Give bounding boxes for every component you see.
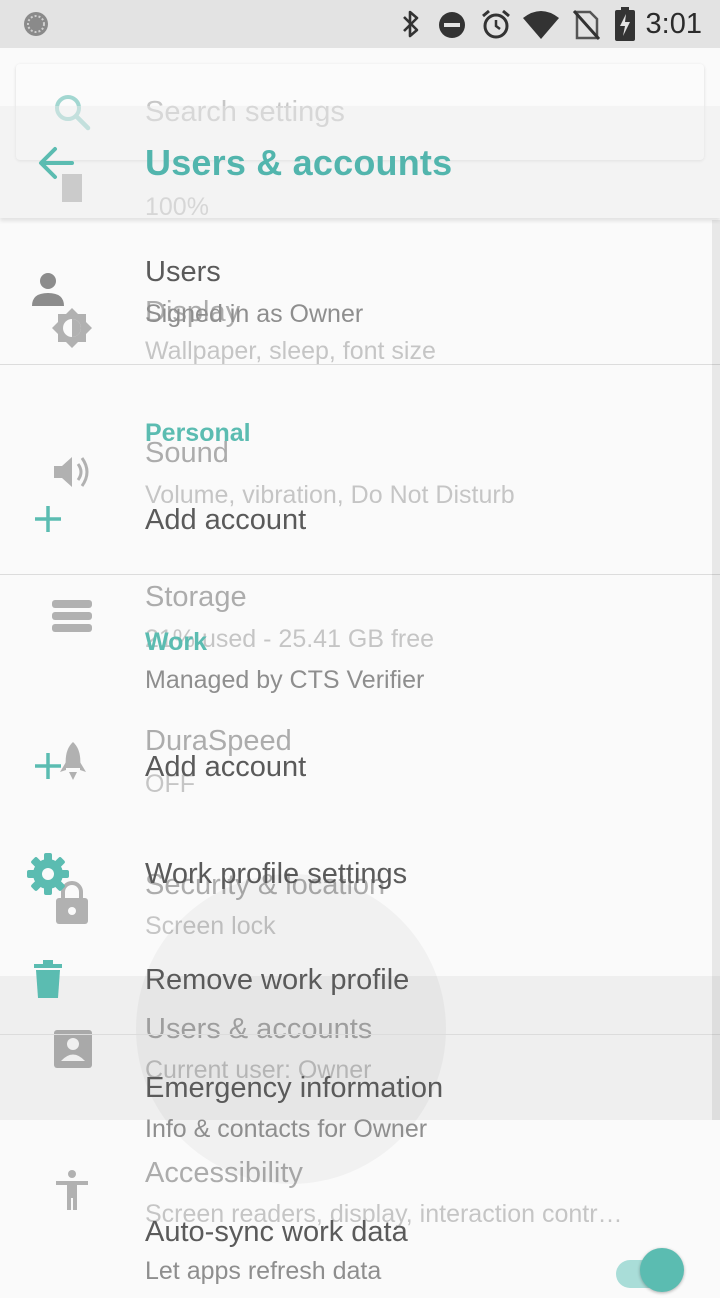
clock: 3:01 <box>645 8 702 40</box>
app-notification-icon <box>24 12 48 36</box>
auto-sync-toggle[interactable] <box>616 1248 686 1298</box>
personal-header: Personal <box>145 419 251 447</box>
users-accounts-screen: Users & accounts Users Signed in as Owne… <box>0 0 720 1292</box>
app-bar: Users & accounts <box>0 106 720 218</box>
auto-sync-subtitle: Let apps refresh data <box>145 1257 382 1285</box>
gear-icon <box>27 853 69 895</box>
users-title[interactable]: Users <box>145 256 221 289</box>
person-icon <box>32 273 64 306</box>
toggle-thumb <box>640 1248 684 1292</box>
page-title: Users & accounts <box>145 142 453 183</box>
do-not-disturb-icon <box>439 12 465 38</box>
alarm-icon <box>482 9 510 39</box>
scrollbar[interactable] <box>712 220 720 1120</box>
status-bar: 3:01 <box>0 0 720 48</box>
wifi-icon <box>523 11 559 39</box>
remove-work-profile[interactable]: Remove work profile <box>145 964 409 997</box>
emergency-title[interactable]: Emergency information <box>145 1072 443 1105</box>
divider <box>0 1034 720 1035</box>
add-icon <box>35 506 61 532</box>
add-icon <box>35 753 61 779</box>
work-add-account[interactable]: Add account <box>145 751 306 784</box>
emergency-subtitle: Info & contacts for Owner <box>145 1115 428 1143</box>
personal-add-account[interactable]: Add account <box>145 504 306 537</box>
back-arrow-icon[interactable] <box>38 146 74 180</box>
bluetooth-icon <box>403 10 419 38</box>
trash-icon <box>34 960 62 998</box>
work-header: Work <box>145 628 208 656</box>
no-sim-icon <box>572 10 600 40</box>
battery-charging-icon <box>615 7 635 41</box>
users-subtitle: Signed in as Owner <box>145 300 364 328</box>
divider <box>0 364 720 365</box>
divider <box>0 574 720 575</box>
work-managed-by: Managed by CTS Verifier <box>145 666 425 694</box>
auto-sync-title[interactable]: Auto-sync work data <box>145 1216 408 1249</box>
